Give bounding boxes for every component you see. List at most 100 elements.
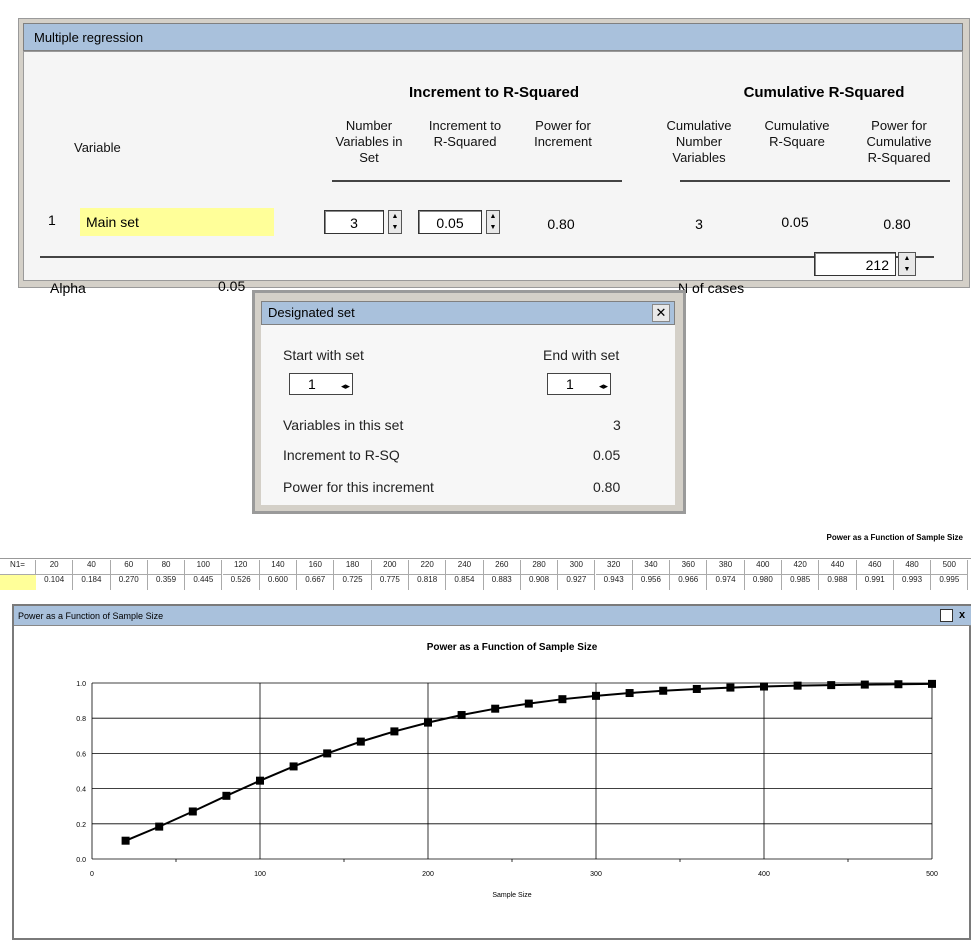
table-n-cell: 380	[707, 560, 745, 575]
increment-group-header: Increment to R-Squared	[408, 84, 580, 101]
data-point	[793, 681, 802, 690]
table-power-cell: 0.995	[931, 575, 969, 590]
start-set-field[interactable]: 1 ◂▸	[289, 373, 353, 395]
header-line: R-Squared	[867, 150, 931, 165]
table-power-cell: 0.526	[223, 575, 260, 590]
increment-column-header: Increment to R-Squared	[420, 118, 510, 150]
data-point	[726, 683, 735, 692]
power-increment-column-header: Power for Increment	[518, 118, 608, 150]
arrow-stepper-icon[interactable]: ◂▸	[341, 376, 350, 396]
power-cum-value: 0.80	[883, 216, 911, 232]
chart-window-title: Power as a Function of Sample Size	[14, 606, 971, 626]
alpha-label: Alpha	[50, 280, 86, 296]
header-line: Variables	[672, 150, 726, 165]
x-tick-label: 200	[422, 871, 434, 878]
n-of-cases-input[interactable]: 212	[814, 252, 896, 276]
table-power-cell: 0.359	[148, 575, 186, 590]
table-n-cell: 160	[297, 560, 335, 575]
data-point	[424, 718, 432, 727]
data-point	[625, 689, 634, 698]
header-line: Power for	[535, 118, 591, 133]
data-point	[860, 680, 869, 689]
header-line: R-Squared	[433, 134, 497, 149]
table-n-cell: 240	[446, 560, 484, 575]
cum-rsq-column-header: Cumulative R-Square	[752, 118, 842, 150]
x-tick-label: 400	[758, 871, 770, 878]
table-power-cell: 0.966	[670, 575, 708, 590]
close-icon[interactable]: x	[959, 609, 965, 621]
data-point	[356, 737, 365, 746]
data-point	[457, 711, 466, 720]
header-line: Cumulative	[866, 134, 932, 149]
up-arrow-icon: ▲	[391, 213, 399, 220]
data-point	[692, 684, 701, 693]
table-n-cell: 80	[147, 560, 186, 575]
table-n-cell: 500	[931, 560, 969, 575]
alpha-value[interactable]: 0.05	[218, 278, 245, 294]
y-tick-label: 0.4	[76, 787, 86, 794]
increment-stepper[interactable]: ▲ ▼	[486, 210, 500, 234]
table-power-cell: 0.980	[745, 575, 782, 590]
num-vars-stepper[interactable]: ▲ ▼	[388, 210, 402, 234]
table-top-border	[0, 558, 971, 559]
row-index: 1	[48, 212, 56, 228]
cum-num-value: 3	[695, 216, 703, 232]
variable-column-header: Variable	[74, 140, 121, 155]
table-power-cell: 0.988	[819, 575, 857, 590]
down-arrow-icon: ▼	[903, 266, 911, 273]
table-n-cell: 200	[371, 560, 409, 575]
end-set-label: End with set	[543, 347, 620, 363]
table-power-cell: 0.854	[446, 575, 484, 590]
table-n-cell: 480	[893, 560, 932, 575]
data-point	[188, 807, 197, 816]
x-tick-label: 300	[590, 871, 602, 878]
variable-name-field[interactable]: Main set	[80, 208, 274, 236]
row-label-highlight	[0, 575, 36, 590]
cum-rsq-value: 0.05	[781, 214, 809, 230]
table-n-cell: 460	[856, 560, 894, 575]
header-line: Cumulative	[666, 118, 732, 133]
up-arrow-icon: ▲	[903, 255, 911, 262]
chart-window: Power as a Function of Sample Size x Pow…	[12, 604, 971, 940]
table-power-cell: 0.104	[36, 575, 74, 590]
data-point	[256, 776, 264, 785]
table-power-cell: 0.445	[185, 575, 223, 590]
y-tick-label: 0.0	[76, 857, 86, 864]
header-line: Power for	[871, 118, 927, 133]
cum-num-column-header: Cumulative Number Variables	[654, 118, 744, 166]
x-tick-label: 500	[926, 871, 938, 878]
down-arrow-icon: ▼	[391, 224, 399, 231]
data-point	[827, 681, 836, 690]
num-vars-input[interactable]: 3	[324, 210, 384, 234]
data-point	[659, 686, 668, 695]
header-line: Number	[675, 134, 723, 149]
table-n-cell: 280	[520, 560, 559, 575]
table-n-cell: 420	[782, 560, 820, 575]
table-title: Power as a Function of Sample Size	[826, 533, 963, 542]
chart-title: Power as a Function of Sample Size	[427, 642, 598, 653]
x-tick-label: 100	[254, 871, 266, 878]
data-point	[222, 791, 231, 800]
vars-in-set-label: Variables in this set	[283, 417, 404, 433]
power-chart: Power as a Function of Sample Size 0.0 0.2…	[76, 642, 938, 899]
arrow-stepper-icon[interactable]: ◂▸	[599, 376, 608, 396]
table-n-cell: 440	[819, 560, 857, 575]
start-set-value: 1	[308, 376, 316, 392]
y-tick-label: 1.0	[76, 681, 86, 688]
data-point	[928, 679, 936, 688]
num-vars-column-header: Number Variables in Set	[324, 118, 414, 166]
header-line: R-Square	[769, 134, 825, 149]
maximize-icon[interactable]	[940, 609, 953, 622]
increment-input[interactable]: 0.05	[418, 210, 482, 234]
power-cum-column-header: Power for Cumulative R-Squared	[854, 118, 944, 166]
table-power-cell: 0.600	[260, 575, 298, 590]
end-set-field[interactable]: 1 ◂▸	[547, 373, 611, 395]
table-n-cell: 360	[670, 560, 708, 575]
table-power-cell: 0.775	[372, 575, 409, 590]
n-of-cases-stepper[interactable]: ▲ ▼	[898, 252, 916, 276]
close-button[interactable]: ✕	[652, 304, 670, 322]
table-power-cell: 0.985	[782, 575, 820, 590]
n-of-cases-label: N of cases	[678, 280, 745, 296]
data-point	[760, 682, 768, 691]
data-point	[524, 699, 533, 708]
